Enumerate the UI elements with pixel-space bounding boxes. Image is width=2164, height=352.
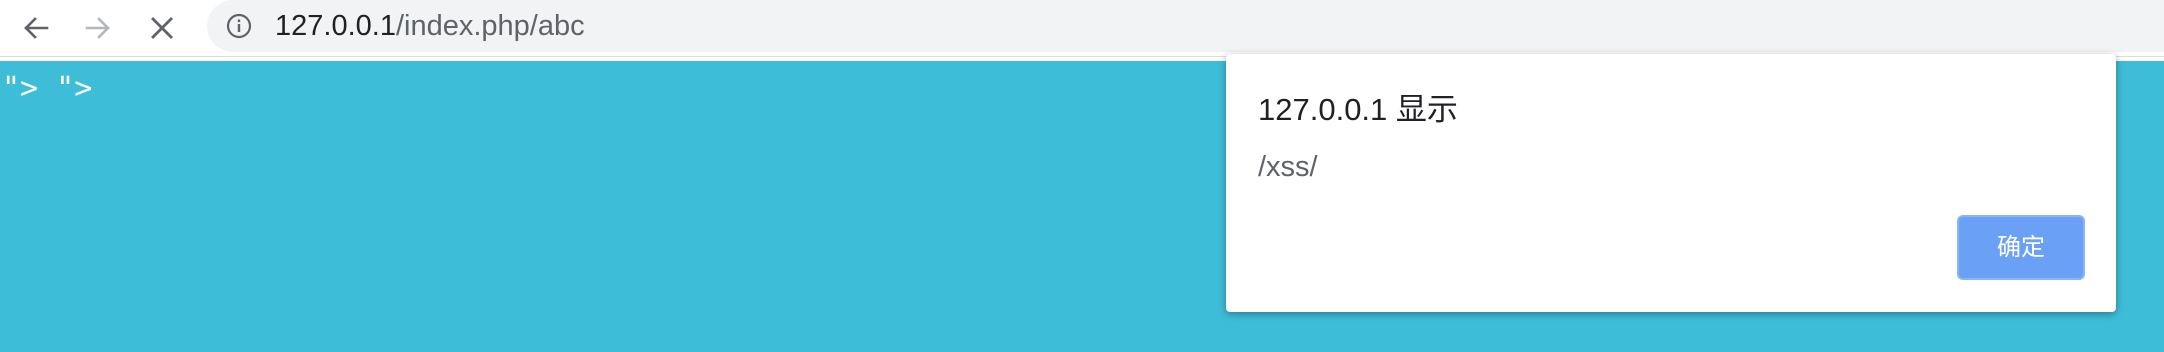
- browser-toolbar: 127.0.0.1/index.php/abc: [0, 0, 2164, 57]
- forward-button[interactable]: [76, 6, 120, 50]
- close-icon: [147, 13, 177, 43]
- arrow-right-icon: [83, 13, 113, 43]
- alert-dialog: 127.0.0.1 显示 /xss/ 确定: [1226, 54, 2116, 312]
- url-host: 127.0.0.1: [275, 10, 396, 42]
- url-text[interactable]: 127.0.0.1/index.php/abc: [275, 10, 585, 42]
- page-body-text: "> ">: [2, 71, 93, 106]
- address-bar[interactable]: 127.0.0.1/index.php/abc: [207, 0, 2164, 52]
- arrow-left-icon: [21, 13, 51, 43]
- alert-message: /xss/: [1258, 151, 1318, 183]
- ok-button[interactable]: 确定: [1957, 215, 2085, 280]
- url-path: /index.php/abc: [395, 10, 585, 42]
- alert-title: 127.0.0.1 显示: [1258, 92, 1458, 127]
- back-button[interactable]: [14, 6, 58, 50]
- stop-button[interactable]: [140, 6, 184, 50]
- info-icon[interactable]: [226, 13, 252, 39]
